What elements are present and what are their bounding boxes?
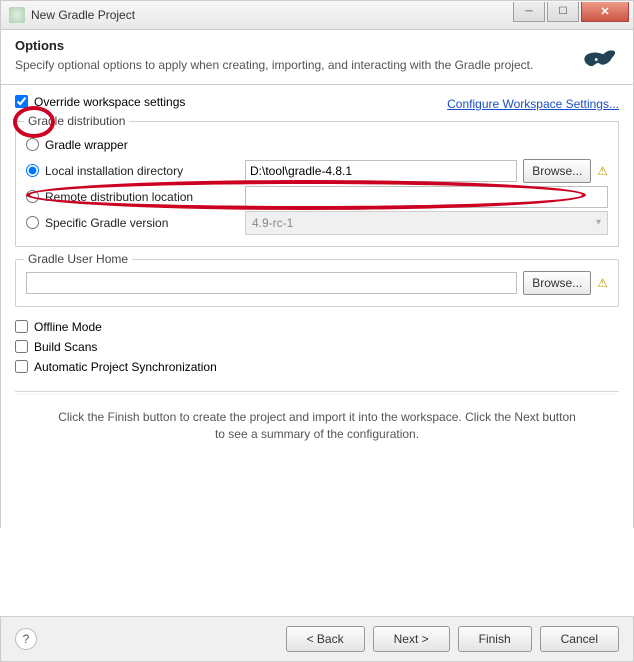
warning-icon: ⚠ [597, 164, 608, 178]
offline-mode-checkbox[interactable] [15, 320, 28, 333]
offline-mode-label: Offline Mode [34, 320, 102, 334]
override-checkbox[interactable] [15, 95, 28, 108]
local-install-input[interactable] [245, 160, 517, 182]
remote-location-label: Remote distribution location [45, 190, 245, 204]
build-scans-row[interactable]: Build Scans [15, 337, 619, 357]
local-install-radio[interactable] [26, 164, 39, 177]
next-button[interactable]: Next > [373, 626, 450, 652]
remote-location-input [245, 186, 608, 208]
window-titlebar: New Gradle Project ─ ☐ ✕ [0, 0, 634, 30]
back-button[interactable]: < Back [286, 626, 365, 652]
gradle-user-home-input[interactable] [26, 272, 517, 294]
info-text: Click the Finish button to create the pr… [15, 409, 619, 443]
gradle-logo-icon [577, 42, 619, 70]
override-label: Override workspace settings [34, 95, 185, 109]
app-icon [9, 7, 25, 23]
override-row[interactable]: Override workspace settings [15, 95, 185, 109]
specific-version-select: 4.9-rc-1 ▾ [245, 211, 608, 235]
user-home-browse-button[interactable]: Browse... [523, 271, 591, 295]
gradle-user-home-group: Gradle User Home Browse... ⚠ [15, 259, 619, 307]
window-controls: ─ ☐ ✕ [511, 2, 629, 22]
help-icon[interactable]: ? [15, 628, 37, 650]
configure-workspace-link[interactable]: Configure Workspace Settings... [447, 97, 619, 111]
wizard-header: Options Specify optional options to appl… [0, 30, 634, 85]
remote-location-radio[interactable] [26, 190, 39, 203]
build-scans-label: Build Scans [34, 340, 97, 354]
finish-button[interactable]: Finish [458, 626, 532, 652]
wizard-footer: ? < Back Next > Finish Cancel [0, 616, 634, 662]
offline-mode-row[interactable]: Offline Mode [15, 317, 619, 337]
maximize-button[interactable]: ☐ [547, 2, 579, 22]
minimize-button[interactable]: ─ [513, 2, 545, 22]
cancel-button[interactable]: Cancel [540, 626, 619, 652]
specific-version-label: Specific Gradle version [45, 216, 245, 230]
build-scans-checkbox[interactable] [15, 340, 28, 353]
local-install-label: Local installation directory [45, 164, 245, 178]
gradle-distribution-legend: Gradle distribution [24, 114, 129, 128]
warning-icon: ⚠ [597, 276, 608, 290]
wizard-body: Override workspace settings Configure Wo… [0, 85, 634, 529]
separator [15, 391, 619, 395]
autosync-checkbox[interactable] [15, 360, 28, 373]
autosync-row[interactable]: Automatic Project Synchronization [15, 357, 619, 377]
close-button[interactable]: ✕ [581, 2, 629, 22]
local-browse-button[interactable]: Browse... [523, 159, 591, 183]
window-title: New Gradle Project [31, 8, 511, 22]
specific-version-radio[interactable] [26, 216, 39, 229]
chevron-down-icon: ▾ [596, 217, 601, 228]
page-description: Specify optional options to apply when c… [15, 57, 567, 74]
specific-version-value: 4.9-rc-1 [252, 216, 293, 230]
gradle-distribution-group: Gradle distribution Gradle wrapper Local… [15, 121, 619, 247]
options-block: Offline Mode Build Scans Automatic Proje… [15, 317, 619, 377]
gradle-user-home-legend: Gradle User Home [24, 252, 132, 266]
autosync-label: Automatic Project Synchronization [34, 360, 217, 374]
gradle-wrapper-radio[interactable] [26, 138, 39, 151]
page-title: Options [15, 38, 567, 53]
gradle-wrapper-label: Gradle wrapper [45, 138, 128, 152]
